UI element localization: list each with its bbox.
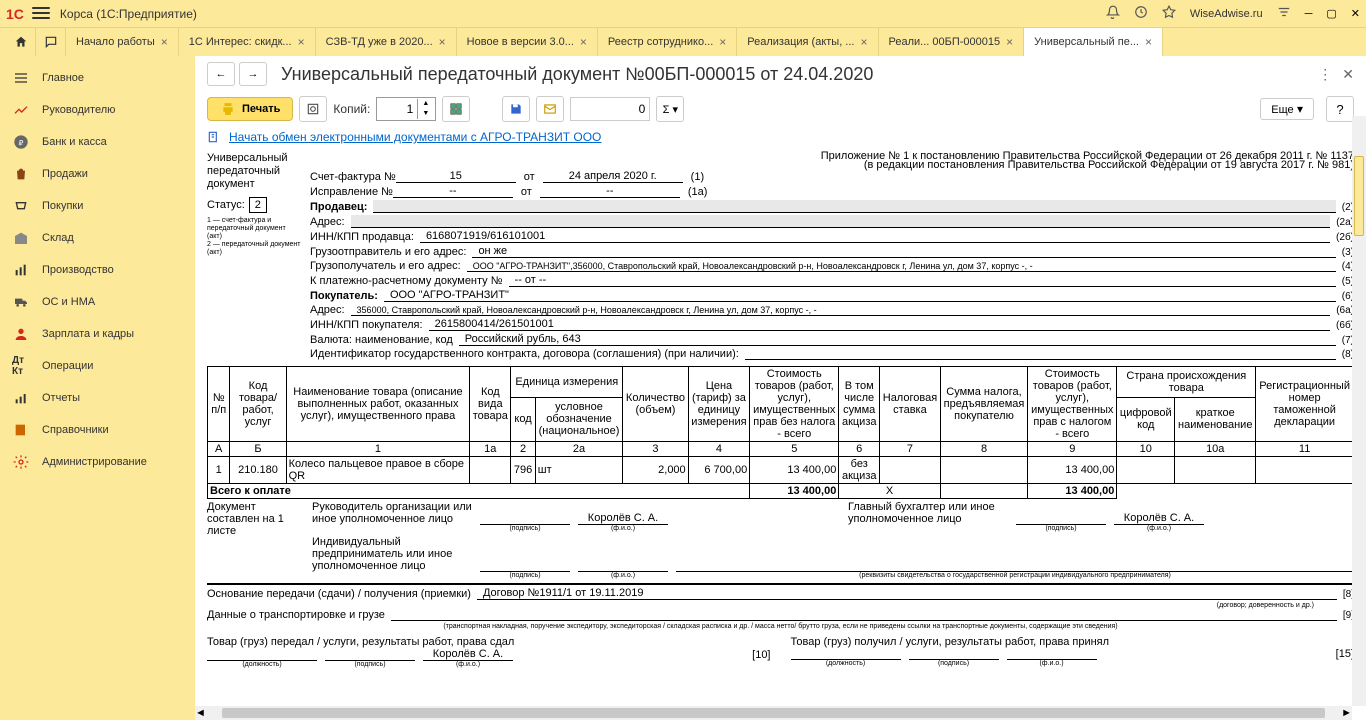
menu-icon xyxy=(12,69,30,87)
warehouse-icon xyxy=(12,229,30,247)
svg-text:₽: ₽ xyxy=(19,138,24,147)
save-button[interactable] xyxy=(502,96,530,122)
help-button[interactable]: ? xyxy=(1326,96,1354,122)
tab-0[interactable]: Начало работы× xyxy=(66,28,179,56)
bell-icon[interactable] xyxy=(1106,5,1120,22)
tab-close-icon[interactable]: × xyxy=(439,35,446,49)
tab-close-icon[interactable]: × xyxy=(860,35,867,49)
home-tab[interactable] xyxy=(6,28,36,56)
forward-button[interactable]: → xyxy=(239,62,267,86)
sidebar-item-5[interactable]: Склад xyxy=(0,222,195,254)
ruble-icon: ₽ xyxy=(12,133,30,151)
tab-close-icon[interactable]: × xyxy=(719,35,726,49)
tab-6[interactable]: Реали... 00БП-000015× xyxy=(879,28,1025,56)
sidebar-item-9[interactable]: Дт КтОперации xyxy=(0,350,195,382)
person-icon xyxy=(12,325,30,343)
exchange-link[interactable]: Начать обмен электронными документами с … xyxy=(229,130,601,144)
close-doc-icon[interactable]: ✕ xyxy=(1342,66,1354,83)
offset-input[interactable] xyxy=(570,97,650,121)
tab-close-icon[interactable]: × xyxy=(161,35,168,49)
tab-1[interactable]: 1С Интерес: скидк...× xyxy=(179,28,316,56)
hamburger-icon[interactable] xyxy=(32,7,50,21)
tab-close-icon[interactable]: × xyxy=(298,35,305,49)
sidebar-item-1[interactable]: Руководителю xyxy=(0,94,195,126)
star-icon[interactable] xyxy=(1162,5,1176,22)
status-value: 2 xyxy=(249,197,267,213)
minimize-icon[interactable]: ─ xyxy=(1305,8,1313,20)
copies-label: Копий: xyxy=(333,102,370,116)
toolbar-icon[interactable] xyxy=(1277,5,1291,22)
truck-icon xyxy=(12,293,30,311)
scrollbar-vertical[interactable] xyxy=(1352,116,1366,706)
history-icon[interactable] xyxy=(1134,5,1148,22)
ops-icon: Дт Кт xyxy=(12,357,30,375)
sidebar-item-7[interactable]: ОС и НМА xyxy=(0,286,195,318)
cart-icon xyxy=(12,197,30,215)
tab-close-icon[interactable]: × xyxy=(1145,35,1152,49)
email-button[interactable] xyxy=(536,96,564,122)
bars-icon xyxy=(12,261,30,279)
kebab-icon[interactable]: ⋮ xyxy=(1318,66,1332,83)
logo-1c: 1C xyxy=(6,6,24,22)
back-button[interactable]: ← xyxy=(207,62,235,86)
chart-icon xyxy=(12,101,30,119)
bag-icon xyxy=(12,165,30,183)
sidebar-item-6[interactable]: Производство xyxy=(0,254,195,286)
tab-3[interactable]: Новое в версии 3.0...× xyxy=(457,28,598,56)
tab-4[interactable]: Реестр сотруднико...× xyxy=(598,28,737,56)
close-icon[interactable]: ✕ xyxy=(1351,7,1360,20)
tab-7[interactable]: Универсальный пе...× xyxy=(1024,28,1163,56)
sidebar-item-10[interactable]: Отчеты xyxy=(0,382,195,414)
tab-2[interactable]: СЗВ-ТД уже в 2020...× xyxy=(316,28,457,56)
sidebar-item-12[interactable]: Администрирование xyxy=(0,446,195,478)
copies-spinner[interactable]: ▲▼ xyxy=(376,97,436,121)
sidebar-item-3[interactable]: Продажи xyxy=(0,158,195,190)
sidebar-item-4[interactable]: Покупки xyxy=(0,190,195,222)
items-table: № п/п Код товара/ работ, услуг Наименова… xyxy=(207,366,1354,499)
maximize-icon[interactable]: ▢ xyxy=(1326,7,1336,20)
sidebar-item-0[interactable]: Главное xyxy=(0,62,195,94)
print-button[interactable]: Печать xyxy=(207,97,293,121)
tab-close-icon[interactable]: × xyxy=(580,35,587,49)
more-button[interactable]: Еще ▾ xyxy=(1260,98,1314,120)
gear-icon xyxy=(12,453,30,471)
sidebar-item-11[interactable]: Справочники xyxy=(0,414,195,446)
tab-close-icon[interactable]: × xyxy=(1006,35,1013,49)
scrollbar-horizontal[interactable]: ◄► xyxy=(195,706,1352,720)
upd-caption: Универсальный передаточный документ xyxy=(207,152,302,191)
exchange-icon xyxy=(207,130,221,144)
doc-title: Универсальный передаточный документ №00Б… xyxy=(281,64,873,85)
window-title: Корса (1С:Предприятие) xyxy=(60,7,197,21)
report-icon xyxy=(12,389,30,407)
wise-link[interactable]: WiseAdwise.ru xyxy=(1190,8,1263,20)
sum-button[interactable]: Σ ▾ xyxy=(656,96,684,122)
chat-tab[interactable] xyxy=(36,28,66,56)
tab-5[interactable]: Реализация (акты, ...× xyxy=(737,28,878,56)
layout-button[interactable] xyxy=(442,96,470,122)
table-row: 1210.180Колесо пальцевое правое в сборе … xyxy=(208,457,1354,484)
sidebar-item-2[interactable]: ₽Банк и касса xyxy=(0,126,195,158)
sidebar-item-8[interactable]: Зарплата и кадры xyxy=(0,318,195,350)
preview-button[interactable] xyxy=(299,96,327,122)
book-icon xyxy=(12,421,30,439)
